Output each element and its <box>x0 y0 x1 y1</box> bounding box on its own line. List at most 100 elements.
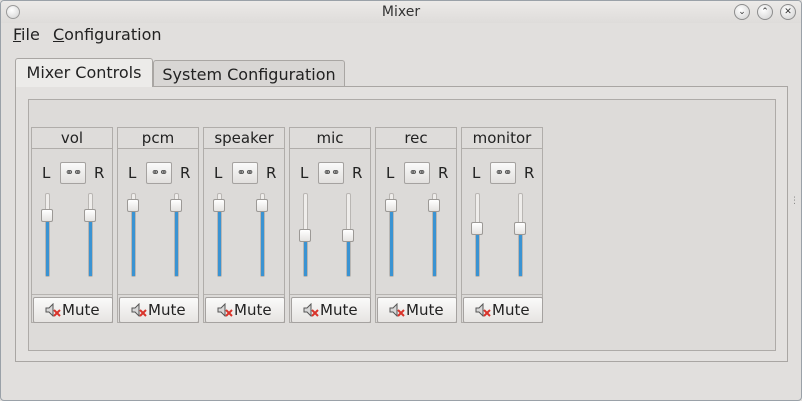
slider-handle[interactable] <box>299 229 311 242</box>
channel-divider <box>32 294 112 295</box>
slider-track <box>475 193 480 277</box>
mute-button[interactable]: Mute <box>205 297 285 323</box>
window-title: Mixer <box>381 4 421 20</box>
channel-strip-mic: mic L ⚭⚭ R Mute <box>289 127 371 323</box>
slider-handle[interactable] <box>127 199 139 212</box>
left-volume-slider[interactable] <box>213 193 225 277</box>
left-channel-label: L <box>472 164 481 182</box>
speaker-muted-icon <box>303 303 319 317</box>
mute-label: Mute <box>234 301 272 319</box>
slider-fill <box>218 206 221 276</box>
channel-body: L ⚭⚭ R Mute <box>117 149 199 323</box>
mute-button[interactable]: Mute <box>291 297 371 323</box>
channel-body: L ⚭⚭ R Mute <box>289 149 371 323</box>
mixer-window: Mixer ⌄ ⌃ ✕ File Configuration Mixer Con… <box>0 0 802 401</box>
mute-button[interactable]: Mute <box>377 297 457 323</box>
menu-configuration-mnemonic: C <box>53 25 65 44</box>
channel-divider <box>462 294 542 295</box>
chain-link-icon: ⚭⚭ <box>64 166 82 179</box>
channel-strip-monitor: monitor L ⚭⚭ R Mute <box>461 127 543 323</box>
chain-link-icon: ⚭⚭ <box>322 166 340 179</box>
channel-strip-rec: rec L ⚭⚭ R Mute <box>375 127 457 323</box>
mute-button[interactable]: Mute <box>463 297 543 323</box>
mute-label: Mute <box>406 301 444 319</box>
left-volume-slider[interactable] <box>385 193 397 277</box>
slider-track <box>45 193 50 277</box>
channel-body: L ⚭⚭ R Mute <box>461 149 543 323</box>
slider-handle[interactable] <box>428 199 440 212</box>
slider-handle[interactable] <box>84 209 96 222</box>
resize-grip-icon[interactable]: ⋮ <box>790 196 799 206</box>
speaker-muted-icon <box>217 303 233 317</box>
maximize-button[interactable]: ⌃ <box>757 4 773 20</box>
mute-label: Mute <box>492 301 530 319</box>
menu-configuration-label: onfiguration <box>64 25 162 44</box>
minimize-button[interactable]: ⌄ <box>734 4 750 20</box>
chain-link-icon: ⚭⚭ <box>150 166 168 179</box>
channel-body: L ⚭⚭ R Mute <box>31 149 113 323</box>
left-channel-label: L <box>128 164 137 182</box>
speaker-muted-icon <box>131 303 147 317</box>
mute-button[interactable]: Mute <box>119 297 199 323</box>
left-channel-label: L <box>214 164 223 182</box>
close-button[interactable]: ✕ <box>780 4 796 20</box>
slider-fill <box>519 229 522 276</box>
channel-body: L ⚭⚭ R Mute <box>375 149 457 323</box>
slider-handle[interactable] <box>256 199 268 212</box>
left-channel-label: L <box>386 164 395 182</box>
right-channel-label: R <box>266 164 277 182</box>
slider-handle[interactable] <box>514 222 526 235</box>
slider-handle[interactable] <box>385 199 397 212</box>
right-channel-label: R <box>352 164 363 182</box>
right-channel-label: R <box>180 164 191 182</box>
right-volume-slider[interactable] <box>514 193 526 277</box>
channel-divider <box>290 294 370 295</box>
right-volume-slider[interactable] <box>428 193 440 277</box>
slider-fill <box>132 206 135 276</box>
chain-link-icon: ⚭⚭ <box>408 166 426 179</box>
left-volume-slider[interactable] <box>299 193 311 277</box>
link-channels-button[interactable]: ⚭⚭ <box>146 162 172 184</box>
slider-handle[interactable] <box>170 199 182 212</box>
right-volume-slider[interactable] <box>342 193 354 277</box>
slider-fill <box>476 229 479 276</box>
menubar: File Configuration <box>1 23 801 47</box>
link-channels-button[interactable]: ⚭⚭ <box>60 162 86 184</box>
left-volume-slider[interactable] <box>41 193 53 277</box>
slider-fill <box>89 216 92 276</box>
mute-label: Mute <box>62 301 100 319</box>
slider-handle[interactable] <box>342 229 354 242</box>
tab-mixer-controls[interactable]: Mixer Controls <box>15 58 153 87</box>
slider-handle[interactable] <box>41 209 53 222</box>
menu-configuration[interactable]: Configuration <box>53 25 162 44</box>
titlebar[interactable]: Mixer ⌄ ⌃ ✕ <box>1 1 801 23</box>
channel-body: L ⚭⚭ R Mute <box>203 149 285 323</box>
right-volume-slider[interactable] <box>256 193 268 277</box>
left-volume-slider[interactable] <box>127 193 139 277</box>
left-channel-label: L <box>42 164 51 182</box>
slider-fill <box>390 206 393 276</box>
tab-system-configuration[interactable]: System Configuration <box>153 60 345 86</box>
slider-handle[interactable] <box>471 222 483 235</box>
channel-divider <box>204 294 284 295</box>
right-volume-slider[interactable] <box>84 193 96 277</box>
menu-file[interactable]: File <box>13 25 40 44</box>
channel-strip-speaker: speaker L ⚭⚭ R Mute <box>203 127 285 323</box>
channel-strip-pcm: pcm L ⚭⚭ R Mute <box>117 127 199 323</box>
channel-name: pcm <box>117 127 199 149</box>
speaker-muted-icon <box>389 303 405 317</box>
channel-divider <box>376 294 456 295</box>
channel-name: rec <box>375 127 457 149</box>
link-channels-button[interactable]: ⚭⚭ <box>404 162 430 184</box>
slider-handle[interactable] <box>213 199 225 212</box>
mute-button[interactable]: Mute <box>33 297 113 323</box>
right-volume-slider[interactable] <box>170 193 182 277</box>
slider-fill <box>347 236 350 276</box>
link-channels-button[interactable]: ⚭⚭ <box>232 162 258 184</box>
left-volume-slider[interactable] <box>471 193 483 277</box>
slider-track <box>88 193 93 277</box>
link-channels-button[interactable]: ⚭⚭ <box>490 162 516 184</box>
chain-link-icon: ⚭⚭ <box>494 166 512 179</box>
link-channels-button[interactable]: ⚭⚭ <box>318 162 344 184</box>
mute-label: Mute <box>320 301 358 319</box>
